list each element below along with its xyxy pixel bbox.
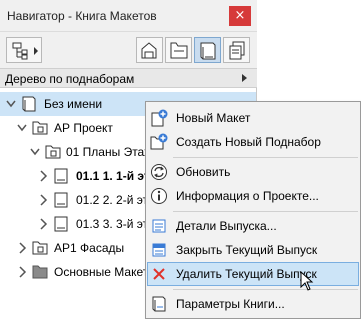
chevron-right-icon[interactable] — [38, 170, 48, 182]
folder-icon — [32, 265, 48, 279]
menu-item-book-settings[interactable]: Параметры Книги... — [147, 292, 359, 316]
title-bar[interactable]: Навигатор - Книга Макетов × — [0, 0, 257, 32]
menu-item-label: Закрыть Текущий Выпуск — [176, 243, 318, 257]
tree-item-label: Основные Макет — [54, 265, 149, 279]
chevron-down-icon[interactable] — [6, 98, 16, 110]
chevron-right-icon[interactable] — [38, 194, 48, 206]
menu-item-label: Новый Макет — [176, 111, 251, 125]
hierarchy-button[interactable] — [6, 37, 42, 63]
menu-item-label: Обновить — [176, 165, 231, 179]
menu-item-label: Удалить Текущий Выпуск — [176, 267, 317, 281]
menu-item-new-subset[interactable]: Создать Новый Поднабор — [147, 130, 359, 154]
publisher-sets-button[interactable] — [223, 37, 250, 63]
project-map-button[interactable] — [136, 37, 163, 63]
subset-folder-icon — [32, 121, 48, 135]
chevron-right-icon[interactable] — [17, 242, 27, 254]
subset-folder-icon — [32, 241, 48, 255]
project-map-icon — [141, 42, 157, 59]
info-icon — [151, 188, 167, 204]
close-issue-icon — [152, 243, 166, 257]
menu-item-close-issue[interactable]: Закрыть Текущий Выпуск — [147, 238, 359, 262]
tree-item-label: 01.2 2. 2-й эта — [76, 193, 155, 207]
layout-icon — [54, 168, 68, 184]
window-title: Навигатор - Книга Макетов — [7, 9, 157, 23]
layout-icon — [54, 216, 68, 232]
menu-separator — [173, 211, 358, 212]
tree-item-label: Без имени — [44, 97, 103, 111]
context-menu: Новый Макет Создать Новый Поднабор Обнов… — [145, 101, 361, 319]
menu-item-new-layout[interactable]: Новый Макет — [147, 106, 359, 130]
chevron-right-icon — [242, 74, 247, 82]
refresh-icon — [151, 164, 167, 180]
view-selector[interactable]: Дерево по поднаборам — [0, 68, 257, 88]
menu-item-issue-details[interactable]: Детали Выпуска... — [147, 214, 359, 238]
new-subset-icon — [150, 133, 168, 150]
menu-item-label: Детали Выпуска... — [176, 219, 277, 233]
navigator-toolbar — [0, 32, 257, 68]
menu-item-project-info[interactable]: Информация о Проекте... — [147, 184, 359, 208]
menu-item-label: Информация о Проекте... — [176, 189, 319, 203]
tree-item-label: 01 Планы Этаж — [66, 145, 153, 159]
hierarchy-icon — [12, 42, 38, 60]
mouse-cursor-icon — [300, 271, 314, 291]
chevron-down-icon[interactable] — [30, 146, 40, 158]
layout-book-icon — [200, 42, 216, 60]
tree-item-label: АР Проект — [54, 121, 113, 135]
delete-issue-icon — [153, 268, 165, 280]
close-icon: × — [234, 8, 246, 23]
view-selector-value: Дерево по поднаборам — [5, 72, 135, 86]
tree-item-label: АР1 Фасады — [54, 241, 125, 255]
tree-item-label: 01.3 3. 3-й эта — [76, 217, 155, 231]
menu-item-label: Параметры Книги... — [176, 297, 285, 311]
layout-book-icon — [22, 96, 36, 112]
issue-details-icon — [152, 219, 166, 233]
layout-book-button[interactable] — [194, 37, 221, 63]
view-map-icon — [170, 42, 188, 59]
menu-item-label: Создать Новый Поднабор — [176, 135, 321, 149]
menu-separator — [173, 289, 358, 290]
new-layout-icon — [151, 109, 168, 127]
menu-item-refresh[interactable]: Обновить — [147, 160, 359, 184]
menu-separator — [173, 157, 358, 158]
chevron-right-icon[interactable] — [38, 218, 48, 230]
chevron-down-icon[interactable] — [17, 122, 27, 134]
view-map-button[interactable] — [165, 37, 192, 63]
publisher-sets-icon — [229, 41, 245, 60]
chevron-right-icon[interactable] — [17, 266, 27, 278]
book-settings-icon — [152, 296, 166, 312]
menu-item-delete-issue[interactable]: Удалить Текущий Выпуск — [147, 262, 359, 286]
close-button[interactable]: × — [229, 6, 251, 26]
subset-folder-icon — [45, 145, 61, 159]
layout-icon — [54, 192, 68, 208]
